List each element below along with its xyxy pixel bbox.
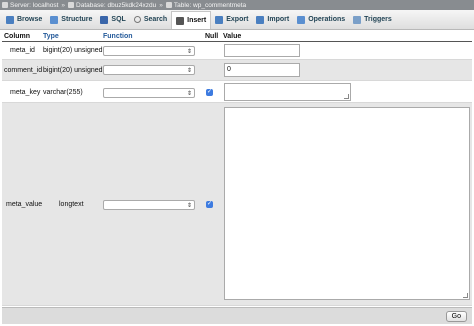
breadcrumb-separator: » [159,1,163,9]
select-arrows-icon: ⇕ [186,91,192,97]
breadcrumb-server[interactable]: Server: localhost [2,2,58,9]
select-arrows-icon: ⇕ [186,49,192,55]
tab-insert[interactable]: Insert [171,11,212,29]
resize-grip-icon[interactable] [344,94,349,99]
column-type: longtext [59,201,84,208]
resize-grip-icon[interactable] [463,293,468,298]
export-icon [215,15,224,24]
value-input[interactable]: 0 [224,63,300,77]
database-icon [68,2,75,8]
null-checkbox[interactable]: ✓ [206,201,213,208]
wrench-icon [297,15,306,24]
tab-browse[interactable]: Browse [2,10,46,29]
table-header: Column Type Function Null Value [2,31,472,42]
breadcrumb: Server: localhost » Database: dbuz5kdk24… [0,0,474,10]
breadcrumb-database[interactable]: Database: dbuz5kdk24xzdu [68,2,156,9]
function-select[interactable]: ⇕ [103,88,195,98]
column-name: meta_value [6,201,43,208]
table-row: meta_key varchar(255) ⇕ ✓ [2,81,472,103]
header-type[interactable]: Type [43,33,59,40]
column-name: meta_id [10,47,35,54]
header-value: Value [223,33,242,40]
tab-export[interactable]: Export [211,10,252,29]
browse-icon [6,15,14,24]
breadcrumb-table[interactable]: Table: wp_commentmeta [165,2,246,9]
select-arrows-icon: ⇕ [186,203,192,209]
table-row: comment_id bigint(20) unsigned ⇕ 0 [2,60,472,81]
structure-icon [50,15,59,24]
checkmark-icon: ✓ [206,201,213,207]
function-select[interactable]: ⇕ [103,65,195,75]
search-icon [133,16,141,23]
go-button[interactable]: Go [445,311,467,322]
triggers-icon [353,15,362,24]
column-type: bigint(20) unsigned [43,67,103,74]
column-name: comment_id [4,67,43,74]
table-icon [165,2,172,8]
tab-import[interactable]: Import [252,10,293,29]
select-arrows-icon: ⇕ [186,68,192,74]
sql-icon [100,15,109,24]
insert-icon [176,16,185,25]
null-checkbox[interactable]: ✓ [206,89,213,96]
tab-triggers[interactable]: Triggers [349,10,396,29]
value-input[interactable] [224,44,300,57]
value-textarea[interactable] [224,107,470,300]
tab-structure[interactable]: Structure [46,10,96,29]
function-select[interactable]: ⇕ [103,46,195,56]
import-icon [256,15,265,24]
header-null: Null [205,33,219,40]
table-row: meta_value longtext ⇕ ✓ [2,103,472,306]
tab-search[interactable]: Search [130,10,171,29]
column-type: bigint(20) unsigned [43,47,103,54]
header-column: Column [4,33,31,40]
function-select[interactable]: ⇕ [103,200,195,210]
server-icon [2,2,8,8]
value-textarea[interactable] [224,83,351,101]
form-footer: Go [2,307,472,324]
column-name: meta_key [10,89,41,96]
tab-operations[interactable]: Operations [293,10,349,29]
table-row: meta_id bigint(20) unsigned ⇕ [2,42,472,60]
checkmark-icon: ✓ [206,89,213,95]
column-type: varchar(255) [43,89,83,96]
tab-sql[interactable]: SQL [96,10,129,29]
tab-bar: Browse Structure SQL Search Insert Expor… [0,10,474,30]
breadcrumb-separator: » [61,1,66,9]
header-function[interactable]: Function [103,33,133,40]
